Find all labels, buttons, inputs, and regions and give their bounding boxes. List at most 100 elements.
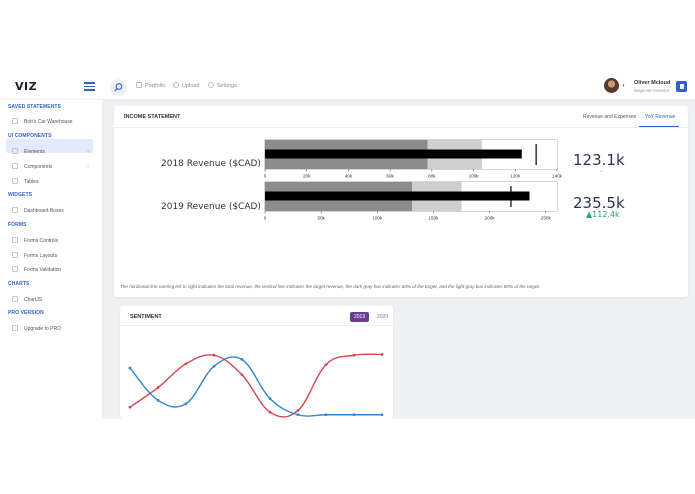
chevron-down-icon: ⌄ — [86, 163, 91, 169]
revenue-value-2018: 123.1k — [573, 151, 625, 169]
data-point — [212, 364, 216, 368]
tick-label: 100k — [372, 216, 383, 221]
income-statement-card: INCOME STATEMENT Revenue and Expenses Yo… — [114, 106, 688, 297]
sentiment-line-chart — [128, 353, 384, 418]
data-point — [268, 397, 272, 400]
sidebar-item-forms-layouts[interactable]: Forms Layouts — [12, 252, 57, 259]
components-icon — [12, 163, 18, 169]
tick-label: 50k — [317, 216, 325, 221]
revenue-delta-2018: - — [600, 169, 602, 175]
card-divider — [114, 127, 688, 128]
upload-icon — [173, 82, 179, 88]
sidebar-item-upgrade-pro[interactable]: Upgrade to PRO — [12, 325, 61, 332]
pencil-icon — [12, 266, 18, 272]
data-point — [156, 398, 160, 402]
chevron-down-icon[interactable]: ▾ — [622, 83, 625, 89]
sidebar: SAVED STATEMENTS Bob's Car Warehouse UI … — [0, 100, 103, 419]
hamburger-menu-icon[interactable] — [84, 82, 95, 91]
sidebar-item-elements[interactable]: Elements ⌄ — [12, 148, 90, 155]
data-point — [268, 410, 272, 414]
sidebar-heading-pro: PRO VERSION — [8, 310, 44, 316]
nav-portfolio[interactable]: Portfolio — [136, 82, 165, 89]
data-point — [296, 413, 300, 417]
bullet-measure-bar — [265, 149, 522, 159]
data-point — [352, 413, 356, 417]
tick-label: 120k — [510, 174, 521, 179]
settings-gear-icon — [208, 82, 214, 88]
search-button[interactable] — [110, 79, 127, 96]
data-point — [380, 413, 384, 417]
data-point — [184, 362, 188, 366]
search-icon — [114, 83, 123, 92]
sentiment-card: SENTIMENT 2019 2020 — [120, 306, 393, 419]
main-content: INCOME STATEMENT Revenue and Expenses Yo… — [103, 100, 695, 419]
sidebar-item-tables[interactable]: Tables — [12, 178, 38, 185]
sidebar-item-forms-validation[interactable]: Forms Validation — [12, 266, 61, 273]
series-line-1 — [129, 356, 382, 417]
logo: VIZ — [15, 80, 38, 93]
tick-label: 140k — [552, 174, 563, 179]
tick-label: 200k — [485, 216, 496, 221]
data-point — [184, 402, 188, 406]
user-action-button[interactable] — [676, 81, 687, 92]
tick-label: 60k — [386, 174, 394, 179]
nav-upload[interactable]: Upload — [173, 82, 199, 89]
data-point — [240, 373, 244, 377]
series-line-0 — [129, 353, 383, 418]
pencil-icon — [12, 237, 18, 243]
tick-label: 20k — [303, 174, 311, 179]
portfolio-icon — [136, 82, 142, 88]
sidebar-item-bobs-car-warehouse[interactable]: Bob's Car Warehouse — [12, 118, 73, 125]
tick-label: 250k — [541, 216, 552, 221]
tick-label: 0 — [264, 174, 267, 179]
tick-label: 80k — [428, 174, 436, 179]
tab-revenue-and-expenses[interactable]: Revenue and Expenses — [583, 114, 636, 120]
bullet-range — [536, 140, 557, 169]
user-name: Oliver Mcloud — [634, 80, 671, 86]
tick-label: 100k — [469, 174, 480, 179]
sidebar-heading-charts: CHARTS — [8, 281, 30, 287]
user-avatar[interactable] — [604, 78, 619, 93]
topbar: VIZ Portfolio Upload Settings ▾ Oliver M… — [0, 75, 695, 100]
sidebar-item-chartjs[interactable]: ChartJS — [12, 296, 42, 303]
sentiment-title: SENTIMENT — [130, 314, 162, 320]
chevron-down-icon: ⌄ — [86, 148, 91, 154]
data-point — [324, 363, 328, 366]
pencil-icon — [12, 252, 18, 258]
tick-label: 40k — [345, 174, 353, 179]
document-icon — [12, 118, 18, 124]
sidebar-item-forms-controls[interactable]: Forms Controls — [12, 237, 58, 244]
data-point — [128, 405, 132, 409]
nav-settings[interactable]: Settings — [208, 82, 237, 89]
dashboard-icon — [12, 207, 18, 213]
revenue-delta-2019: ▲112.4k — [586, 210, 620, 219]
table-icon — [12, 178, 18, 184]
upgrade-icon — [12, 325, 18, 331]
income-card-title: INCOME STATEMENT — [124, 114, 181, 120]
sidebar-heading-ui: UI COMPONENTS — [8, 133, 52, 139]
data-point — [352, 353, 356, 357]
tab-yoy-revenue[interactable]: YoY Revenue — [645, 114, 675, 120]
year-button-2020[interactable]: 2020 — [373, 312, 392, 322]
data-point — [296, 409, 300, 412]
data-point — [380, 353, 384, 356]
elements-icon — [12, 148, 18, 154]
data-point — [212, 353, 216, 357]
chart-footnote: The horizontal line running left to righ… — [120, 284, 541, 289]
chart-icon — [12, 296, 18, 302]
sidebar-item-dashboard-boxes[interactable]: Dashboard Boxes — [12, 207, 64, 214]
data-point — [156, 386, 160, 389]
user-role: Beginner Investor — [634, 88, 670, 93]
data-point — [128, 366, 132, 370]
data-point — [324, 413, 328, 417]
year-button-2019[interactable]: 2019 — [350, 312, 370, 322]
sidebar-heading-saved: SAVED STATEMENTS — [8, 104, 61, 110]
app-window: VIZ Portfolio Upload Settings ▾ Oliver M… — [0, 75, 695, 419]
sidebar-heading-widgets: WIDGETS — [8, 192, 33, 198]
tick-label: 0 — [264, 216, 267, 221]
bullet-measure-bar — [265, 191, 530, 201]
data-point — [240, 358, 244, 361]
tick-label: 150k — [428, 216, 439, 221]
sidebar-item-components[interactable]: Components ⌄ — [12, 163, 90, 170]
sidebar-heading-forms: FORMS — [8, 222, 27, 228]
